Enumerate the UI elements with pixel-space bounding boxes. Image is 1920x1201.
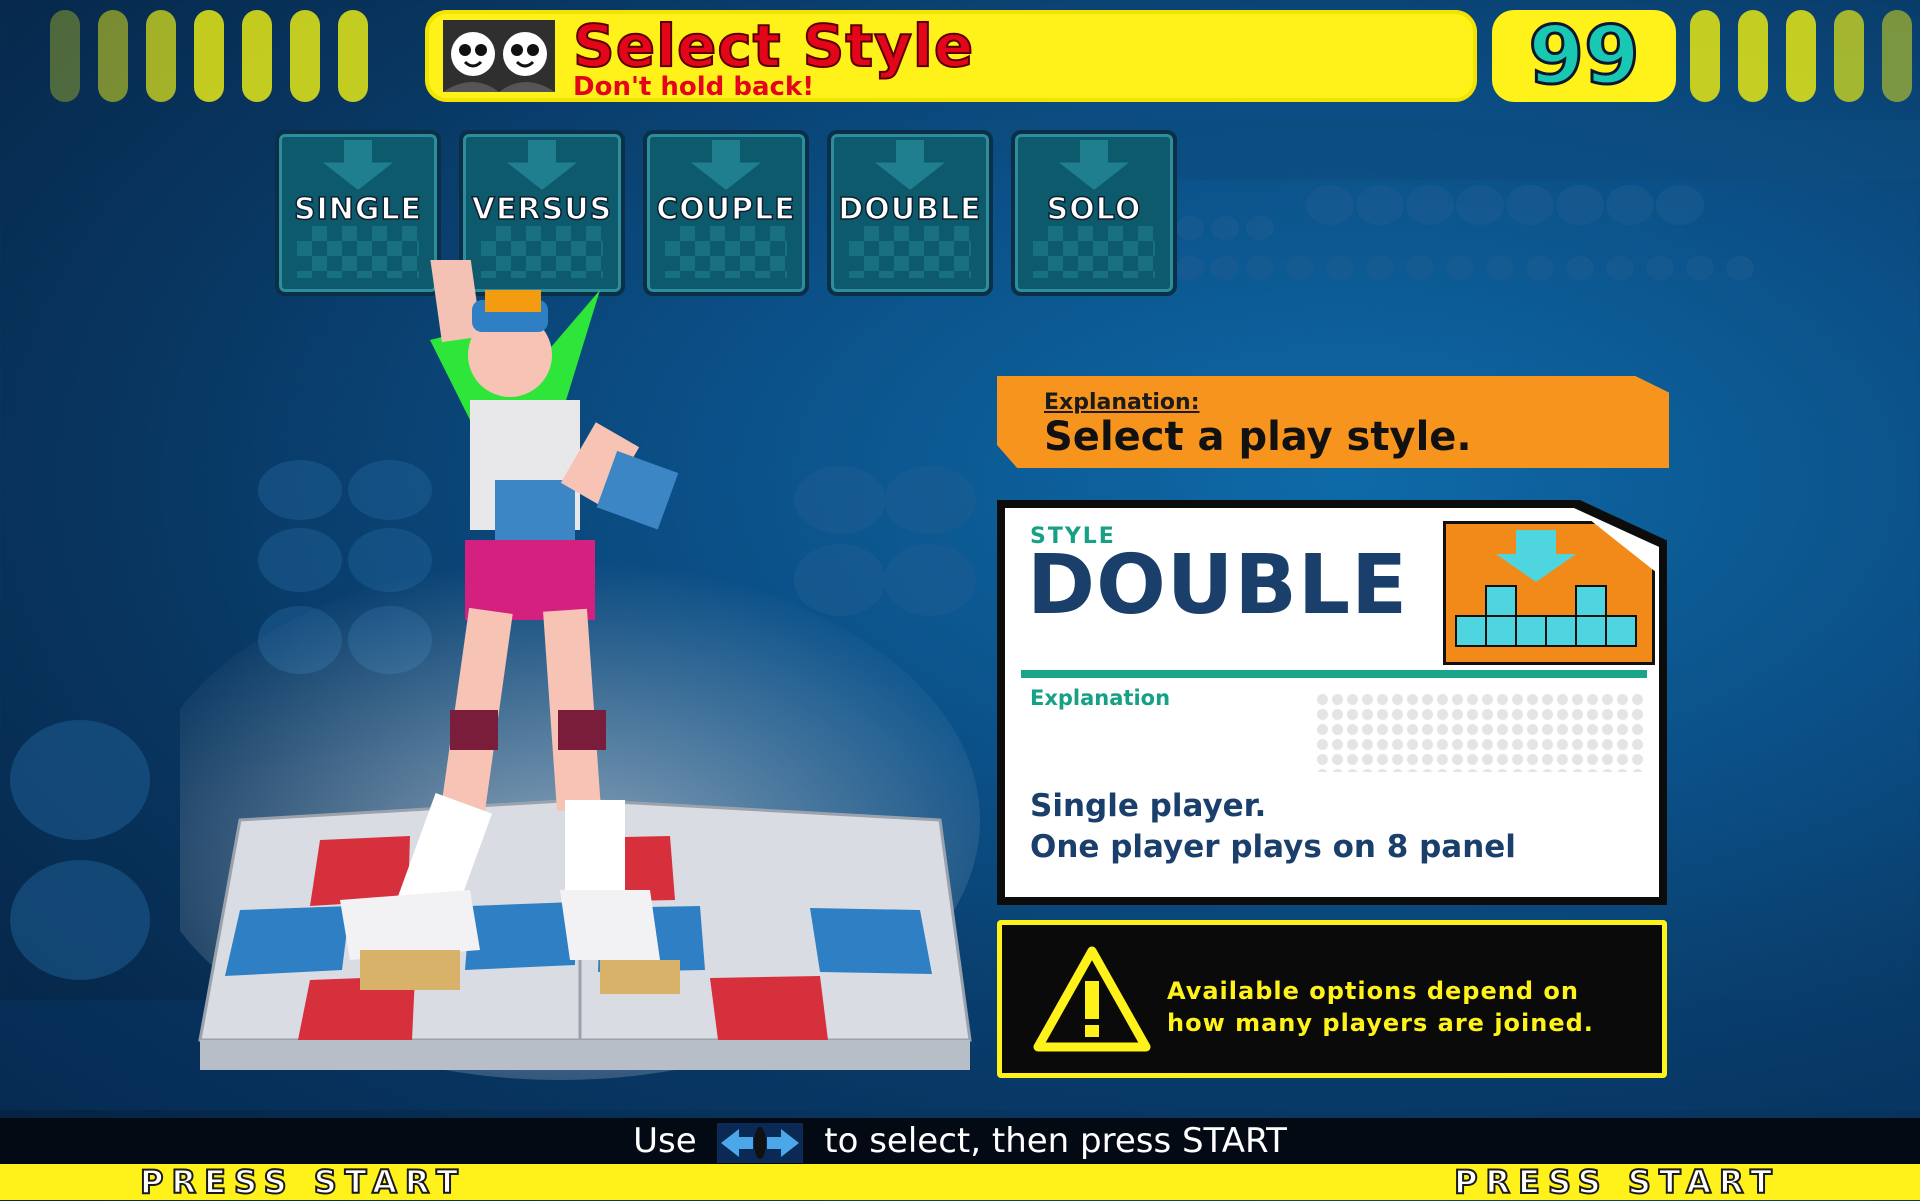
down-arrow-icon	[323, 140, 393, 190]
warning-box: Available options depend on how many pla…	[997, 920, 1667, 1078]
title-bar: Select Style Don't hold back!	[425, 10, 1477, 102]
down-arrow-icon	[1059, 140, 1129, 190]
style-card: STYLE DOUBLE Explanation Single player. …	[997, 500, 1667, 905]
footer-bar: PRESS START PRESS START	[0, 1163, 1920, 1201]
explanation-header-label: Explanation:	[1044, 390, 1200, 415]
instruction-suffix: to select, then press START	[824, 1121, 1287, 1161]
explanation-header-text: Select a play style.	[1044, 414, 1472, 460]
warning-line-1: Available options depend on	[1167, 977, 1579, 1005]
style-button-label: COUPLE	[656, 191, 796, 228]
style-button-label: SOLO	[1046, 191, 1142, 228]
style-button-solo[interactable]: SOLO	[1011, 130, 1177, 296]
warning-line-2: how many players are joined.	[1167, 1009, 1594, 1037]
header-stripes-right	[1690, 10, 1920, 102]
card-watermark	[1315, 692, 1645, 772]
style-name: DOUBLE	[1027, 538, 1409, 633]
instruction-text: Use to select, then press START	[0, 1118, 1920, 1164]
style-button-label: VERSUS	[471, 191, 613, 228]
card-explanation-text: Single player. One player plays on 8 pan…	[1030, 786, 1516, 868]
press-start-left: PRESS START	[139, 1163, 466, 1201]
press-start-right: PRESS START	[1453, 1163, 1780, 1201]
explanation-line-2: One player plays on 8 panel	[1030, 829, 1516, 865]
left-right-pad-icon	[717, 1122, 804, 1163]
down-arrow-icon	[691, 140, 761, 190]
card-divider	[1021, 670, 1647, 678]
warning-text: Available options depend on how many pla…	[1167, 975, 1594, 1039]
timer-box: 99	[1492, 8, 1676, 103]
down-arrow-icon	[507, 140, 577, 190]
explanation-header: Explanation: Select a play style.	[997, 376, 1669, 468]
warning-triangle-icon	[1033, 946, 1151, 1052]
down-arrow-icon	[875, 140, 945, 190]
page-title: Select Style	[572, 11, 975, 81]
explanation-line-1: Single player.	[1030, 788, 1267, 824]
style-button-label: SINGLE	[293, 191, 423, 228]
card-explanation-label: Explanation	[1030, 686, 1171, 710]
double-pad-icon	[1443, 521, 1655, 665]
page-subtitle: Don't hold back!	[573, 72, 815, 102]
style-button-label: DOUBLE	[838, 191, 982, 228]
header-stripes-left	[50, 10, 368, 102]
two-player-faces-icon	[443, 20, 555, 92]
countdown-timer: 99	[1527, 8, 1641, 103]
dance-stage-illustration	[180, 260, 980, 1080]
instruction-prefix: Use	[633, 1121, 697, 1161]
